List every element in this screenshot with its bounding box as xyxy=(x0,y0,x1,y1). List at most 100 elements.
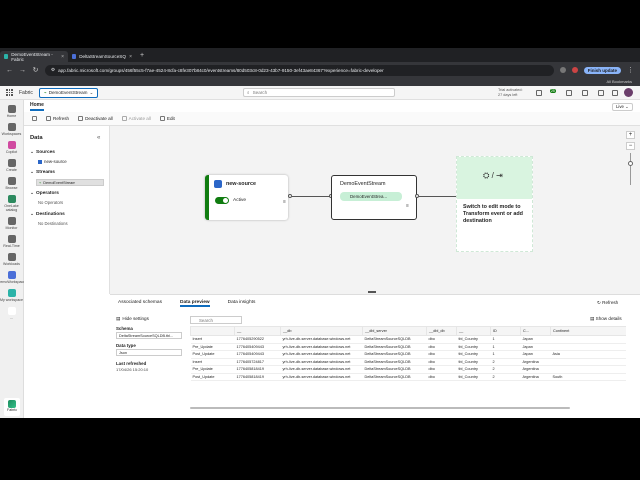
rail-item-label: My workspace xyxy=(0,298,23,302)
table-cell: Insert xyxy=(190,335,235,344)
zoom-slider-track[interactable] xyxy=(630,153,631,185)
rail-item[interactable]: Copilot xyxy=(0,141,23,154)
activate-all-button[interactable]: Activate all xyxy=(121,116,151,121)
destinations-section-toggle[interactable]: ⌄ Destinations xyxy=(30,212,65,217)
url-field[interactable]: ⚙ app.fabric.microsoft.com/groups/456f55… xyxy=(45,64,554,76)
table-row[interactable]: Insert 1776405290522 yrh-live-db-server.da… xyxy=(190,335,626,344)
pause-icon xyxy=(78,116,84,121)
tab-data-preview[interactable]: Data preview xyxy=(180,300,210,307)
table-column-header[interactable] xyxy=(190,326,235,336)
table-horizontal-scrollbar[interactable] xyxy=(190,407,570,409)
back-icon[interactable]: ← xyxy=(6,67,13,74)
stream-node-pill[interactable]: DemoEventStrea... xyxy=(340,192,402,201)
table-row[interactable]: Pre_Update 1776405409443 yrh-live-db-serve… xyxy=(190,343,626,351)
node-menu-icon[interactable]: ≡ xyxy=(406,204,411,209)
rail-item[interactable]: My workspace xyxy=(0,289,23,302)
hide-settings-button[interactable]: ▤ Hide settings xyxy=(116,316,149,322)
tab-associated-schemas[interactable]: Associated schemas xyxy=(118,300,162,307)
refresh-button[interactable]: Refresh xyxy=(46,116,69,121)
panel-resize-handle[interactable] xyxy=(368,291,376,293)
operators-section-toggle[interactable]: ⌄ Operators xyxy=(30,191,59,196)
profile-icon[interactable] xyxy=(571,67,578,73)
fabric-switcher-button[interactable]: Fabric xyxy=(4,398,20,416)
table-column-header[interactable]: __dbl_db xyxy=(426,326,457,336)
browser-tab-active[interactable]: DemoEventStream - Fabric × xyxy=(0,51,68,62)
app-launcher-icon[interactable] xyxy=(6,89,13,96)
live-mode-dropdown[interactable]: Live ⌄ xyxy=(612,103,633,111)
site-info-icon[interactable]: ⚙ xyxy=(51,67,55,73)
app-name[interactable]: Fabric xyxy=(19,90,33,96)
data-preview-table[interactable]: __ __db __dbl_server __dbl_db __ ID C... Contin… xyxy=(190,326,626,389)
rail-item[interactable]: Create xyxy=(0,159,23,172)
edit-button[interactable]: Edit xyxy=(159,116,175,121)
download-icon[interactable] xyxy=(582,90,588,96)
rail-item[interactable]: Real-Time xyxy=(0,235,23,248)
table-column-header[interactable]: ID xyxy=(490,326,521,336)
finish-update-button[interactable]: Finish update xyxy=(583,66,621,74)
rail-item-icon xyxy=(7,141,16,149)
item-name-pill[interactable]: ⌁ DemoEventStream ⌄ xyxy=(38,87,99,98)
rail-item[interactable]: DemoWorkspace xyxy=(0,271,25,284)
all-bookmarks-link[interactable]: All Bookmarks xyxy=(606,79,632,84)
table-column-header[interactable]: __ xyxy=(456,326,491,336)
settings-icon[interactable] xyxy=(566,90,572,96)
table-column-header[interactable]: __ xyxy=(234,326,281,336)
stream-node-card[interactable]: DemoEventStream DemoEventStrea... ≡ xyxy=(331,175,417,220)
preview-refresh-button[interactable]: ↻ Refresh xyxy=(597,300,618,306)
table-column-header[interactable]: __dbl_server xyxy=(362,326,427,336)
tree-item-new-source[interactable]: new-source xyxy=(38,159,67,164)
rail-item[interactable]: ... xyxy=(0,307,23,320)
forward-icon[interactable]: → xyxy=(19,67,26,74)
show-details-button[interactable]: ▤ Show details xyxy=(590,316,622,322)
notifications-icon[interactable] xyxy=(536,90,542,96)
schema-dropdown[interactable]: DeltaStreamSourceSQLDB.tbl... xyxy=(116,332,182,339)
deactivate-all-button[interactable]: Deactivate all xyxy=(78,116,113,121)
streams-section-toggle[interactable]: ⌄ Streams xyxy=(30,170,55,175)
rail-item[interactable]: Browse xyxy=(0,177,23,190)
preview-search-input[interactable]: Search xyxy=(190,316,242,324)
trial-status[interactable]: Trial activated: 27 days left xyxy=(498,88,523,97)
zoom-in-button[interactable]: + xyxy=(626,131,635,139)
collapse-panel-icon[interactable]: « xyxy=(97,135,100,141)
rail-item[interactable]: Workloads xyxy=(0,253,23,266)
global-search-input[interactable]: ⌕ Search xyxy=(243,88,395,97)
table-column-header[interactable]: C... xyxy=(520,326,551,336)
rail-item-label: Monitor xyxy=(5,226,18,230)
schema-label: Schema xyxy=(116,326,133,331)
table-row[interactable]: Insert 1776405724817 yrh-live-db-server.da… xyxy=(190,358,626,366)
tab-data-insights[interactable]: Data insights xyxy=(228,300,256,307)
tree-item-demoeventstream[interactable]: ⌁ DemoEventStream xyxy=(36,179,104,186)
browser-tab-inactive[interactable]: DeltaStreamSourceSQLDB × xyxy=(68,51,136,62)
browser-menu-icon[interactable]: ⋮ xyxy=(627,66,634,74)
source-node-card[interactable]: new-source Active ≡ xyxy=(205,175,288,220)
avatar[interactable] xyxy=(624,88,633,97)
share-icon[interactable] xyxy=(612,90,618,96)
rail-item[interactable]: Home xyxy=(0,105,23,118)
zoom-out-button[interactable]: − xyxy=(626,142,635,150)
settings-button[interactable] xyxy=(32,116,37,121)
source-active-toggle[interactable] xyxy=(215,197,229,204)
table-column-header[interactable]: Continent xyxy=(550,326,626,336)
extension-icon[interactable] xyxy=(559,67,566,73)
tab-home[interactable]: Home xyxy=(30,102,44,111)
details-icon: ▤ xyxy=(590,316,595,321)
new-tab-button[interactable]: + xyxy=(140,52,144,59)
reload-icon[interactable]: ↻ xyxy=(32,66,39,74)
table-row[interactable]: Pre_Update 1776405818419 yrh-live-db-serve… xyxy=(190,365,626,374)
close-tab-icon[interactable]: × xyxy=(129,54,132,60)
rail-item[interactable]: Workspaces xyxy=(0,123,23,136)
datatype-dropdown[interactable]: Json xyxy=(116,349,182,356)
table-row[interactable]: Post_Update 1776405409443 yrh-live-db-serv… xyxy=(190,350,626,359)
eventstream-canvas[interactable]: new-source Active ≡ DemoEventStream Demo… xyxy=(110,126,640,294)
table-cell: South xyxy=(550,373,626,381)
table-row[interactable]: Post_Update 1776405818419 yrh-live-db-serv… xyxy=(190,373,626,381)
sources-section-toggle[interactable]: ⌄ Sources xyxy=(30,150,55,155)
node-menu-icon[interactable]: ≡ xyxy=(283,200,288,205)
rail-item[interactable]: OneLake catalog xyxy=(0,195,23,212)
rail-item[interactable]: Monitor xyxy=(0,217,23,230)
table-column-header[interactable]: __db xyxy=(280,326,363,336)
help-icon[interactable] xyxy=(598,90,604,96)
close-tab-icon[interactable]: × xyxy=(61,54,64,60)
zoom-slider-handle[interactable] xyxy=(628,161,633,166)
table-cell: Japan xyxy=(520,343,551,351)
